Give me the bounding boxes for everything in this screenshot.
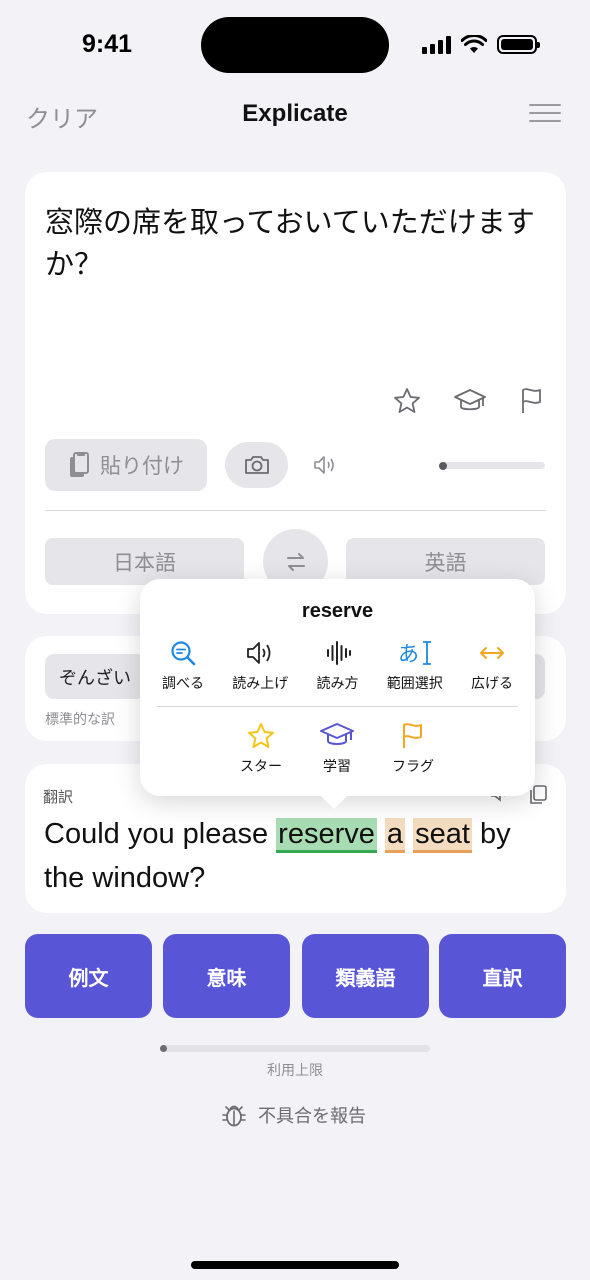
dynamic-island [201, 17, 389, 73]
translated-text-before: Could you please [44, 818, 277, 850]
search-icon [171, 641, 196, 666]
read-aloud-button[interactable]: 読み上げ [223, 639, 297, 693]
translated-text[interactable]: Could you please reserve a seat by the w… [44, 812, 544, 900]
formality-label: 標準的な訳 [45, 711, 115, 727]
input-card: 窓際の席を取っておいていただけますか？ 貼り付け 日本語 英語 [25, 172, 566, 614]
highlighted-word-seat[interactable]: seat [413, 818, 472, 853]
input-actions [392, 386, 546, 416]
swap-arrows-icon [286, 552, 305, 571]
formality-option-casual[interactable]: ぞんざい [45, 654, 145, 699]
range-select-button[interactable]: あ 範囲選択 [378, 639, 452, 693]
range-select-label: 範囲選択 [386, 675, 443, 691]
study-label: 学習 [323, 758, 351, 774]
expand-button[interactable]: 広げる [455, 639, 529, 693]
expand-icon [480, 647, 504, 659]
report-bug-button[interactable]: 不具合を報告 [222, 1102, 366, 1128]
bug-icon [222, 1105, 246, 1127]
examples-button[interactable]: 例文 [25, 934, 152, 1018]
expand-label: 広げる [471, 675, 513, 691]
flag-icon [403, 723, 422, 748]
paste-button[interactable]: 貼り付け [45, 439, 207, 491]
popup-word: reserve [301, 600, 374, 622]
pronunciation-label: 読み方 [316, 675, 359, 691]
flag-button[interactable]: フラグ [376, 722, 450, 776]
wifi-icon [461, 35, 487, 53]
home-indicator [191, 1261, 399, 1269]
report-bug-label: 不具合を報告 [258, 1106, 366, 1126]
word-popup: reserve 調べる 読み上げ 読み方 あ 範囲選択 広げる スター 学習 フ… [140, 579, 535, 809]
source-language-button[interactable]: 日本語 [45, 538, 244, 585]
camera-icon [244, 456, 269, 474]
speaker-icon [247, 642, 271, 664]
star-icon [248, 723, 274, 748]
usage-progress-fill [160, 1045, 167, 1052]
flag-icon[interactable] [518, 386, 546, 416]
star-label: スター [240, 758, 282, 774]
highlighted-word-a[interactable]: a [384, 818, 406, 853]
waveform-icon [326, 641, 351, 665]
popup-primary-actions: 調べる 読み上げ 読み方 あ 範囲選択 広げる [146, 639, 529, 693]
cellular-signal-icon [422, 36, 451, 54]
divider [45, 510, 546, 511]
source-text-input[interactable]: 窓際の席を取っておいていただけますか？ [45, 202, 535, 286]
graduation-cap-icon[interactable] [452, 386, 488, 416]
popup-secondary-actions: スター 学習 フラグ [224, 722, 450, 776]
page-title: Explicate [242, 100, 348, 127]
svg-text:あ: あ [398, 642, 419, 666]
synonyms-button[interactable]: 類義語 [302, 934, 429, 1018]
target-language-button[interactable]: 英語 [346, 538, 545, 585]
study-button[interactable]: 学習 [300, 722, 374, 776]
lookup-label: 調べる [162, 675, 204, 691]
status-icons [422, 34, 540, 54]
star-icon[interactable] [392, 386, 422, 416]
meaning-button[interactable]: 意味 [163, 934, 290, 1018]
highlighted-word-reserve[interactable]: reserve [276, 818, 377, 853]
clipboard-icon [70, 452, 89, 477]
status-time: 9:41 [82, 30, 133, 58]
menu-icon[interactable] [529, 104, 561, 124]
usage-label: 利用上限 [267, 1062, 323, 1078]
camera-button[interactable] [225, 442, 288, 488]
speaker-icon[interactable] [313, 455, 339, 475]
read-aloud-label: 読み上げ [232, 675, 289, 691]
graduation-cap-icon [320, 723, 354, 745]
playback-progress[interactable] [439, 461, 545, 470]
pronunciation-button[interactable]: 読み方 [301, 639, 375, 693]
literal-button[interactable]: 直訳 [439, 934, 566, 1018]
flag-label: フラグ [392, 758, 434, 774]
popup-divider [157, 706, 518, 707]
text-select-icon: あ [398, 641, 431, 666]
paste-label: 貼り付け [100, 455, 184, 478]
battery-icon [497, 35, 540, 54]
translation-label: 翻訳 [43, 789, 74, 806]
star-button[interactable]: スター [224, 722, 298, 776]
usage-progress-bar [160, 1045, 430, 1052]
lookup-button[interactable]: 調べる [146, 639, 220, 693]
